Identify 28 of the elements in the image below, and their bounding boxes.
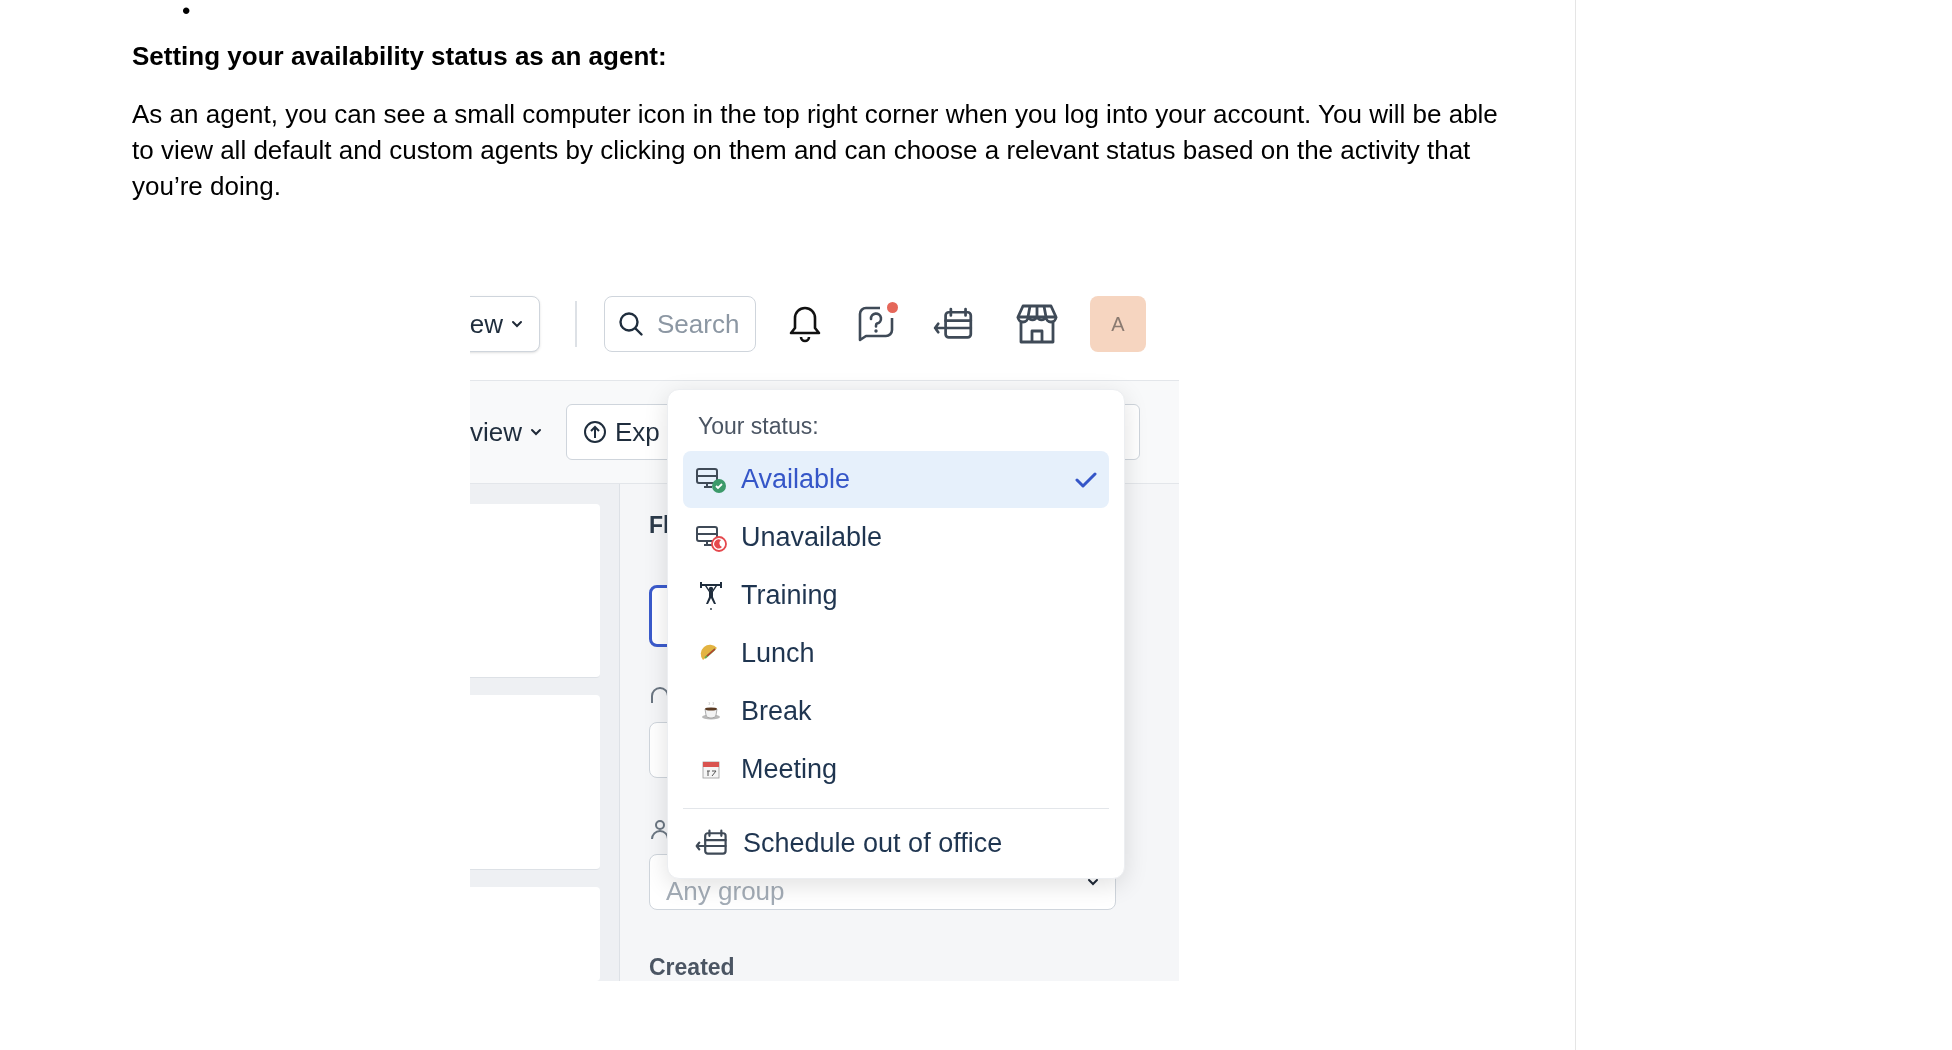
store-icon[interactable] <box>1015 303 1059 345</box>
status-option[interactable]: Break <box>683 683 1109 740</box>
bullet-point: • <box>182 0 191 26</box>
status-option[interactable]: Unavailable <box>683 509 1109 566</box>
upload-icon <box>583 420 607 444</box>
search-input[interactable]: Search <box>657 304 743 344</box>
chevron-down-icon <box>530 428 542 436</box>
created-label: Created <box>649 953 735 981</box>
status-option[interactable]: Meeting <box>683 741 1109 798</box>
group-placeholder: Any group <box>666 876 785 906</box>
status-option[interactable]: Lunch <box>683 625 1109 682</box>
search-icon <box>617 310 645 338</box>
chevron-down-icon <box>511 320 523 328</box>
body-paragraph: As an agent, you can see a small computer icon in the top right corner when you log into your account. You will be able to view all default and custom agents by clicking on them and can choose a relevant status based on the activity that you’re doing. <box>132 98 1499 203</box>
section-heading: Setting your availability status as an agent: <box>132 40 667 72</box>
status-option[interactable]: Available <box>683 451 1109 508</box>
calendar-arrow-icon <box>695 829 729 857</box>
checkmark-icon <box>1075 470 1097 489</box>
help-icon[interactable] <box>856 304 896 344</box>
monitor-check-icon <box>695 465 727 494</box>
chevron-down-icon <box>1087 878 1099 886</box>
monitor-moon-icon <box>695 523 727 552</box>
notification-bell-icon[interactable] <box>787 304 823 344</box>
search-field[interactable]: Search <box>604 296 756 352</box>
view-dropdown-button[interactable]: view <box>470 404 554 460</box>
status-option[interactable]: Training <box>683 567 1109 624</box>
calendar-arrow-icon <box>933 307 975 341</box>
view-dropdown-button[interactable]: ew <box>470 296 540 352</box>
